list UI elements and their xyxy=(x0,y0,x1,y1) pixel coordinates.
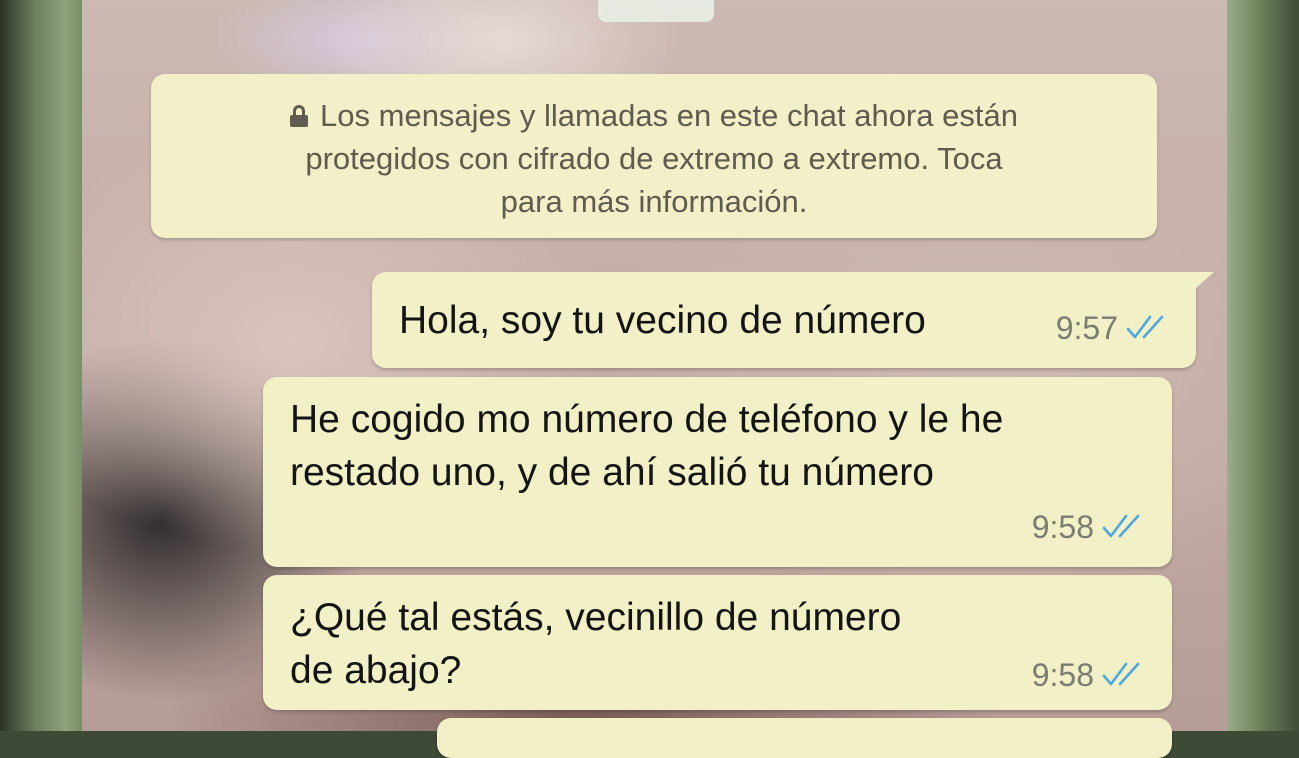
double-check-icon xyxy=(1126,315,1164,339)
message-line: ¿Qué tal estás, vecinillo de número xyxy=(290,596,902,639)
encryption-notice[interactable]: Los mensajes y llamadas en este chat aho… xyxy=(151,74,1157,238)
double-check-icon xyxy=(1102,662,1140,686)
message-text: ¿Qué tal estás, vecinillo de número de a… xyxy=(290,591,901,697)
message-bubble[interactable]: ¿Qué tal estás, vecinillo de número de a… xyxy=(263,575,1172,710)
screen-frame-right xyxy=(1227,0,1299,731)
message-bubble[interactable]: He cogido mo número de teléfono y le he … xyxy=(263,377,1172,567)
screen-frame-left xyxy=(0,0,82,731)
encryption-notice-line-3: para más información. xyxy=(500,184,808,219)
message-line: He cogido mo número de teléfono y le he xyxy=(290,398,1004,441)
encryption-notice-line-2: protegidos con cifrado de extremo a extr… xyxy=(305,141,1003,176)
lock-icon xyxy=(290,105,309,127)
message-line: de abajo? xyxy=(290,649,462,692)
encryption-notice-text-1: Los mensajes y llamadas en este chat aho… xyxy=(320,98,1018,133)
message-time: 9:58 xyxy=(1031,509,1094,545)
date-chip xyxy=(598,0,714,22)
message-text: Hola, soy tu vecino de número xyxy=(399,294,926,347)
message-time: 9:57 xyxy=(1055,310,1118,346)
bubble-tail xyxy=(1196,272,1214,288)
message-line: Hola, soy tu vecino de número xyxy=(399,299,926,342)
message-bubble-partial[interactable] xyxy=(437,718,1172,758)
message-text: He cogido mo número de teléfono y le he … xyxy=(290,393,1003,499)
message-bubble[interactable]: Hola, soy tu vecino de número 9:57 xyxy=(372,272,1196,368)
double-check-icon xyxy=(1102,514,1140,538)
message-time: 9:58 xyxy=(1031,657,1094,693)
message-line: restado uno, y de ahí salió tu número xyxy=(290,451,934,494)
encryption-notice-line-1: Los mensajes y llamadas en este chat aho… xyxy=(151,94,1157,137)
